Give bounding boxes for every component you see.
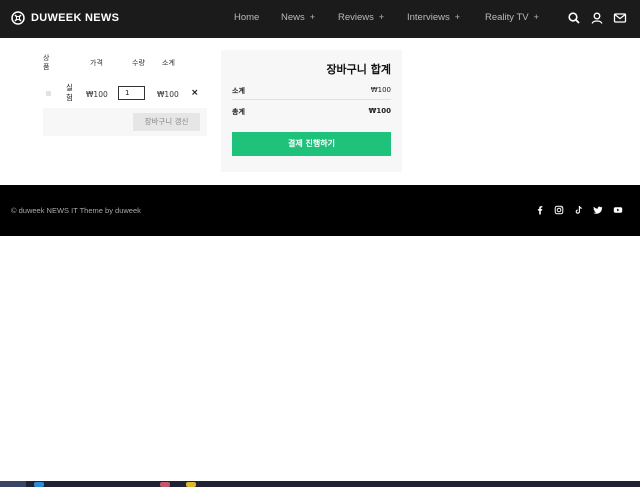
nav-item-label: News bbox=[281, 12, 305, 23]
youtube-icon[interactable] bbox=[613, 205, 623, 215]
nav-item-news[interactable]: News + bbox=[281, 12, 315, 23]
item-subtotal: ₩100 bbox=[157, 90, 179, 99]
plus-icon: + bbox=[533, 12, 539, 22]
col-header-product: 상품 bbox=[43, 54, 50, 71]
nav-item-home[interactable]: Home bbox=[234, 12, 259, 23]
plus-icon: + bbox=[309, 12, 316, 22]
proceed-to-checkout-button[interactable]: 결제 진행하기 bbox=[232, 132, 391, 156]
item-price: ₩100 bbox=[86, 90, 108, 99]
total-value: ₩100 bbox=[368, 107, 391, 115]
taskbar-app-icon[interactable] bbox=[34, 482, 44, 487]
plus-icon: + bbox=[378, 12, 385, 22]
col-header-price: 가격 bbox=[90, 59, 103, 67]
site-header: DUWEEK NEWS Home News + Reviews + Intervie… bbox=[0, 0, 640, 38]
os-taskbar bbox=[0, 481, 640, 487]
remove-item-button[interactable]: × bbox=[191, 88, 199, 98]
col-header-subtotal: 소계 bbox=[162, 59, 175, 67]
start-button[interactable] bbox=[0, 481, 26, 487]
logo-icon bbox=[11, 11, 25, 25]
taskbar-app-icon[interactable] bbox=[160, 482, 170, 487]
total-label: 총계 bbox=[232, 108, 245, 116]
nav-item-interviews[interactable]: Interviews + bbox=[407, 12, 460, 23]
nav-item-label: Reality TV bbox=[485, 12, 529, 23]
mail-icon[interactable] bbox=[613, 11, 627, 25]
col-header-quantity: 수량 bbox=[132, 59, 145, 67]
twitter-icon[interactable] bbox=[593, 205, 603, 215]
product-name-link[interactable]: 실험 bbox=[66, 83, 74, 103]
nav-item-reviews[interactable]: Reviews + bbox=[338, 12, 384, 23]
product-thumbnail[interactable] bbox=[46, 91, 51, 96]
search-icon[interactable] bbox=[567, 11, 581, 25]
quantity-input[interactable]: 1 bbox=[118, 86, 145, 100]
site-footer: © duweek NEWS IT Theme by duweek bbox=[0, 185, 640, 236]
plus-icon: + bbox=[454, 12, 461, 22]
logo-text: DUWEEK NEWS bbox=[31, 12, 120, 24]
copyright-text: © duweek NEWS IT Theme by duweek bbox=[11, 206, 141, 215]
user-icon[interactable] bbox=[590, 11, 604, 25]
subtotal-label: 소계 bbox=[232, 87, 245, 95]
nav-item-label: Home bbox=[234, 12, 260, 23]
instagram-icon[interactable] bbox=[554, 205, 564, 215]
taskbar-app-icon[interactable] bbox=[186, 482, 196, 487]
tiktok-icon[interactable] bbox=[574, 205, 584, 215]
site-logo[interactable]: DUWEEK NEWS bbox=[11, 11, 119, 25]
nav-item-label: Interviews bbox=[407, 12, 450, 23]
update-cart-button[interactable]: 장바구니 갱신 bbox=[133, 113, 200, 131]
cart-totals-title: 장바구니 합계 bbox=[326, 63, 391, 76]
divider bbox=[232, 99, 391, 100]
facebook-icon[interactable] bbox=[535, 205, 545, 215]
nav-item-label: Reviews bbox=[338, 12, 374, 23]
nav-item-reality-tv[interactable]: Reality TV + bbox=[485, 12, 539, 23]
subtotal-value: ₩100 bbox=[370, 86, 391, 94]
cart-totals: 장바구니 합계 소계 ₩100 총계 ₩100 결제 진행하기 bbox=[221, 50, 402, 172]
